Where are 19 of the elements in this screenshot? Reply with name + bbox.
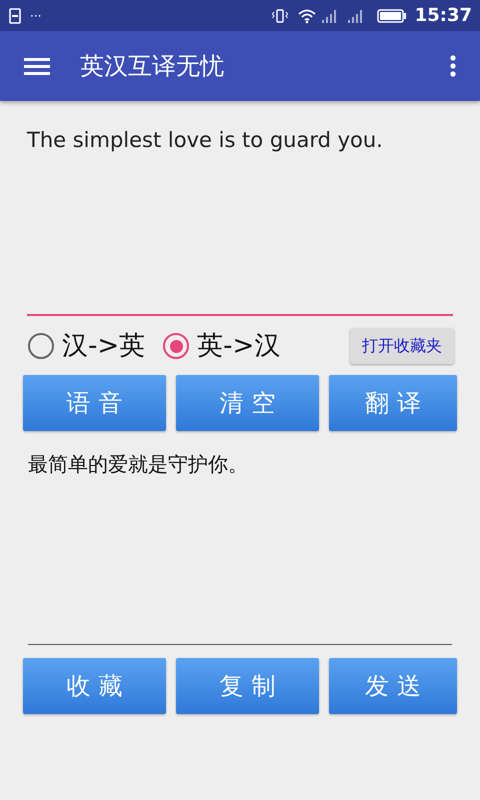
action-button[interactable]: 语 音 (23, 375, 166, 431)
more-options-icon[interactable] (450, 55, 456, 77)
action-button[interactable]: 翻 译 (328, 375, 458, 431)
direction-radio[interactable]: 英->汉 (163, 326, 280, 366)
output-text: 最简单的爱就是守护你。 (28, 449, 452, 645)
app-title: 英汉互译无忧 (80, 51, 224, 82)
action-button[interactable]: 发 送 (328, 658, 458, 714)
action-button[interactable]: 收 藏 (23, 658, 166, 714)
action-button[interactable]: 复 制 (176, 658, 319, 714)
menu-icon[interactable] (24, 56, 50, 76)
wifi-icon (296, 8, 317, 24)
open-favorites-button[interactable]: 打开收藏夹 (350, 328, 454, 364)
notification-dots: ··· (30, 8, 42, 24)
vibrate-icon (270, 8, 289, 24)
direction-radio[interactable]: 汉->英 (28, 326, 146, 366)
battery-icon (376, 8, 407, 22)
action-button[interactable]: 清 空 (176, 375, 319, 431)
clock: 15:37 (414, 4, 472, 28)
input-field[interactable]: The simplest love is to guard you. (27, 125, 453, 316)
